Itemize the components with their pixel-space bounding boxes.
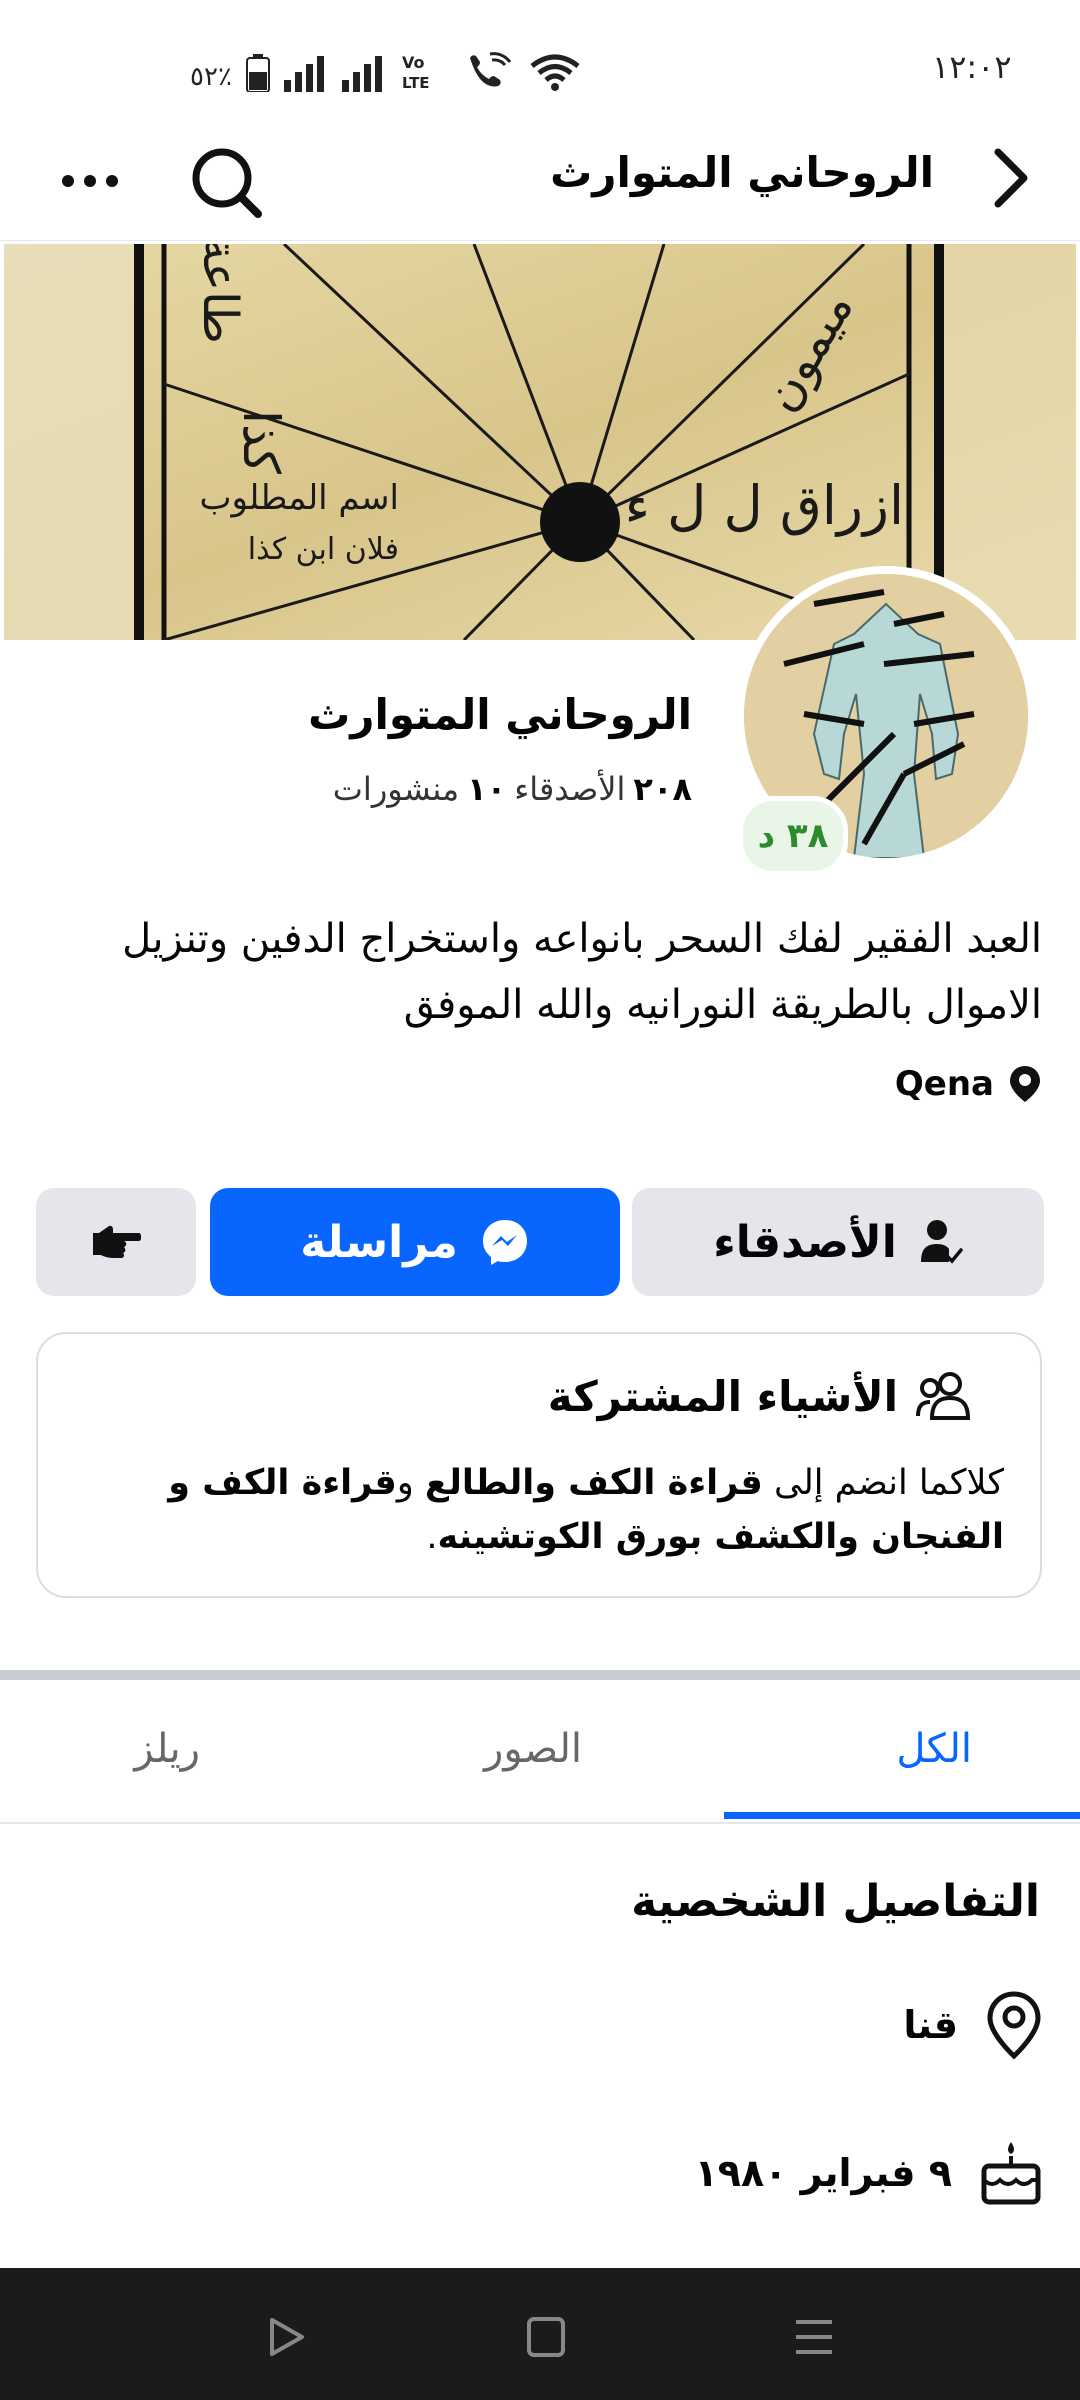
friends-count[interactable]: ٢٠٨	[633, 770, 692, 808]
tab-all[interactable]: الكل	[896, 1726, 972, 1772]
menu-lines-icon	[796, 2320, 832, 2354]
volte-icon: Vo LTE	[402, 53, 430, 92]
mutual-conj: و	[396, 1463, 425, 1503]
mutual-prefix: كلاكما انضم إلى	[762, 1463, 1004, 1503]
personal-details-title: التفاصيل الشخصية	[631, 1876, 1040, 1927]
profile-name: الروحاني المتوارث	[308, 690, 692, 739]
friends-button-label: الأصدقاء	[713, 1216, 897, 1268]
cover-text-5: كذا	[232, 410, 290, 474]
signal-1-icon	[283, 56, 324, 92]
more-horizontal-icon	[62, 175, 118, 187]
posts-label: منشورات	[332, 770, 460, 808]
profile-tabs: الكل الصور ريلز	[0, 1682, 1080, 1824]
mutual-title: الأشياء المشتركة	[548, 1370, 974, 1422]
cover-text-2: فلان ابن كذا	[248, 532, 399, 567]
back-triangle-icon	[270, 2318, 304, 2356]
home-square-icon	[527, 2317, 565, 2357]
friend-check-icon	[920, 1220, 963, 1264]
nav-home-button[interactable]	[516, 2312, 576, 2362]
search-button[interactable]	[186, 142, 266, 222]
battery-percent: ٥٢٪	[190, 62, 232, 92]
active-time-badge: ٣٨ د	[738, 796, 848, 876]
more-options-button[interactable]	[54, 156, 126, 206]
cover-text-4: طاعة	[192, 244, 248, 344]
mutual-things-card[interactable]: الأشياء المشتركة كلاكما انضم إلى قراءة ا…	[36, 1332, 1042, 1598]
system-nav-bar	[0, 2268, 1080, 2400]
messenger-icon	[482, 1220, 527, 1265]
profile-stats: ٢٠٨ الأصدقاء ١٠ منشورات	[333, 770, 692, 808]
mutual-description: كلاكما انضم إلى قراءة الكف والطالع وقراء…	[74, 1456, 1004, 1564]
mutual-title-text: الأشياء المشتركة	[547, 1371, 898, 1421]
section-divider	[0, 1670, 1080, 1680]
profile-location: Qena	[895, 1064, 1042, 1104]
status-bar: ١٢:٠٢ Vo LTE ٥٢٪	[0, 0, 1080, 120]
search-icon	[192, 148, 262, 218]
wifi-calling-icon	[469, 52, 512, 87]
svg-text:LTE: LTE	[402, 74, 430, 92]
poke-button[interactable]	[36, 1188, 196, 1296]
message-button[interactable]: مراسلة	[210, 1188, 620, 1296]
battery-icon	[245, 54, 270, 92]
poke-hand-icon	[93, 1225, 141, 1258]
back-button[interactable]	[982, 142, 1038, 214]
posts-count: ١٠	[467, 770, 507, 808]
cover-text-1: اسم المطلوب	[199, 478, 399, 518]
friends-button[interactable]: الأصدقاء	[632, 1188, 1044, 1296]
people-icon	[916, 1372, 971, 1420]
top-bar: الروحاني المتوارث	[0, 120, 1080, 241]
tab-reels[interactable]: ريلز	[134, 1726, 200, 1772]
status-icons: Vo LTE ٥٢٪	[190, 50, 582, 92]
nav-back-button[interactable]	[256, 2312, 316, 2362]
mutual-suffix: .	[426, 1517, 438, 1557]
signal-2-icon	[341, 56, 382, 92]
tab-photos[interactable]: الصور	[484, 1726, 582, 1772]
profile-bio: العبد الفقير لفك السحر بانواعه واستخراج …	[122, 916, 1042, 1028]
detail-city: قنا	[903, 1990, 1042, 2060]
friends-label[interactable]: الأصدقاء	[514, 770, 625, 808]
wifi-icon	[530, 54, 580, 91]
nav-menu-button[interactable]	[784, 2312, 844, 2362]
message-button-label: مراسلة	[300, 1216, 458, 1268]
status-time: ١٢:٠٢	[932, 48, 1012, 86]
location-pin-icon	[1010, 1066, 1040, 1102]
detail-birthday-text: ٩ فبراير ١٩٨٠	[694, 2151, 952, 2195]
tab-active-indicator	[724, 1812, 1080, 1819]
location-text: Qena	[894, 1064, 994, 1104]
chevron-right-icon	[994, 148, 1028, 208]
birthday-cake-icon	[981, 2142, 1041, 2205]
cover-text-3: ازراق ل ل ء	[625, 474, 904, 537]
location-pin-outline-icon	[987, 1991, 1041, 2060]
detail-birthday: ٩ فبراير ١٩٨٠	[695, 2140, 1042, 2206]
detail-city-text: قنا	[903, 2003, 958, 2047]
mutual-group-1[interactable]: قراءة الكف والطالع	[425, 1463, 763, 1503]
page-title: الروحاني المتوارث	[550, 148, 934, 197]
svg-text:Vo: Vo	[402, 53, 425, 72]
